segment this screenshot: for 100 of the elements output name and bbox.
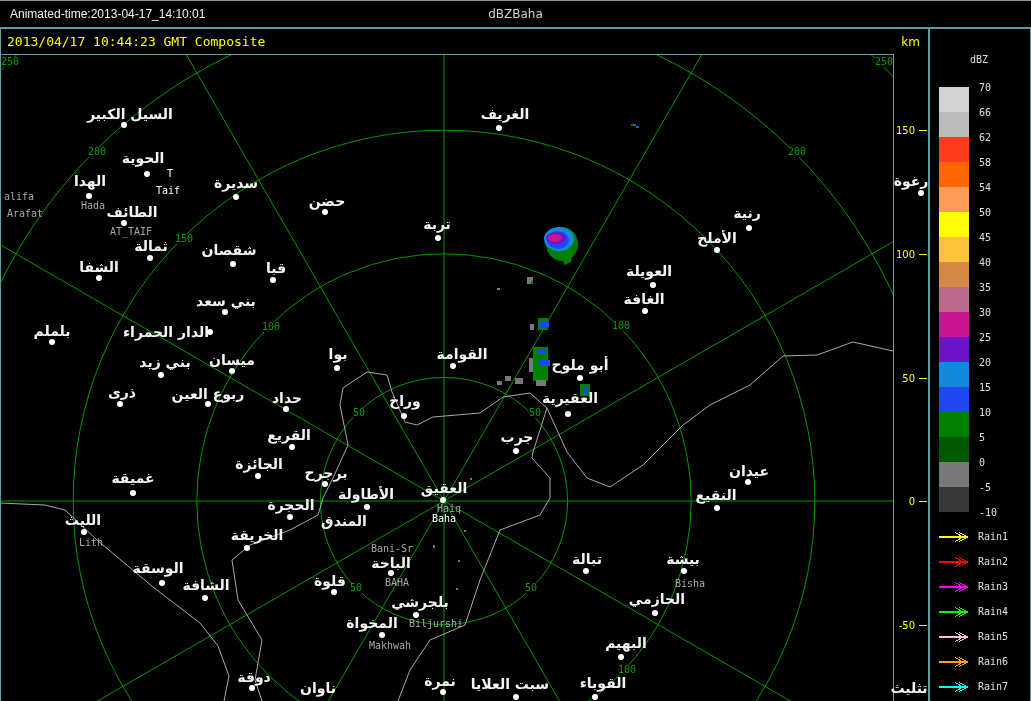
dot-icon — [283, 406, 289, 412]
dot-icon — [413, 612, 419, 618]
dot-icon — [117, 401, 123, 407]
place-label: الطائف — [106, 205, 158, 219]
dot-icon — [244, 545, 250, 551]
scale-label: 25 — [979, 330, 993, 345]
dot-icon — [435, 235, 441, 241]
site-label: Lith — [78, 538, 104, 548]
scale-label: 50 — [979, 205, 993, 220]
scale-label: 15 — [979, 380, 993, 395]
site-label: Hada — [80, 201, 106, 211]
dot-icon — [222, 309, 228, 315]
dot-icon — [202, 595, 208, 601]
dot-icon — [159, 580, 165, 586]
dot-icon — [230, 261, 236, 267]
dot-icon — [249, 685, 255, 691]
axis-tick-label: 0 — [908, 495, 915, 507]
scale-label: 45 — [979, 230, 993, 245]
dot-icon — [81, 529, 87, 535]
range-label: 100 — [617, 665, 637, 675]
site-label: T — [167, 169, 173, 179]
place-label: العقيق — [420, 481, 468, 495]
dot-icon — [650, 282, 656, 288]
range-label: 250 — [1, 57, 20, 67]
dot-icon — [642, 308, 648, 314]
range-label: 50 — [529, 408, 541, 418]
place-label: بيشة — [666, 552, 700, 566]
site-label: alifa — [3, 192, 35, 202]
axis-tick-label: 100 — [895, 248, 915, 260]
scale-label: 35 — [979, 280, 993, 295]
dot-icon — [681, 568, 687, 574]
dot-icon — [388, 570, 394, 576]
place-label: الباحة — [371, 556, 411, 570]
dot-icon — [577, 375, 583, 381]
site-label: Bisha — [674, 579, 706, 589]
place-label: حداد — [271, 391, 303, 405]
place-label: الشافة — [182, 578, 230, 592]
site-label: Arafat — [6, 209, 44, 219]
site-label: BAHA — [384, 578, 410, 588]
dot-icon — [440, 689, 446, 695]
dot-icon — [565, 411, 571, 417]
legend-unit: dBZ — [970, 54, 989, 66]
dot-icon — [270, 277, 276, 283]
place-label: جرب — [500, 430, 534, 444]
place-label: بني سعد — [196, 294, 256, 308]
place-label: العويلة — [625, 264, 673, 278]
place-label: ميسان — [209, 353, 255, 367]
site-label: Bani-Sr — [370, 544, 414, 554]
dot-icon — [86, 193, 92, 199]
dot-icon — [322, 209, 328, 215]
range-label: 50 — [353, 408, 365, 418]
dot-icon — [229, 368, 235, 374]
track-label: Rain3 — [978, 581, 1009, 593]
dot-icon — [322, 481, 328, 487]
axis-unit: km — [901, 34, 920, 49]
scale-label: -10 — [979, 505, 998, 520]
place-label: رنية — [733, 206, 761, 220]
radar-echo — [631, 124, 639, 128]
range-label: 100 — [611, 321, 631, 331]
radar-echo — [530, 318, 549, 330]
scale-label: 40 — [979, 255, 993, 270]
place-label: وراخ — [389, 394, 421, 408]
dot-icon — [714, 247, 720, 253]
dot-icon — [121, 220, 127, 226]
place-label: بلملم — [33, 324, 71, 338]
place-label: الغريف — [480, 107, 530, 121]
dot-icon — [496, 125, 502, 131]
place-label: ذرى — [107, 385, 137, 399]
range-label: 250 — [874, 57, 894, 67]
scale-label: 70 — [979, 80, 993, 95]
place-label: ثمالة — [134, 239, 168, 253]
axis-tick-label: 150 — [895, 124, 915, 136]
range-label: 100 — [261, 322, 281, 332]
radar-echo — [527, 277, 533, 284]
axis-tick-label: -50 — [898, 619, 915, 631]
place-label: دوقة — [237, 670, 271, 684]
place-label: بوا — [328, 347, 348, 361]
place-label: تربة — [423, 217, 451, 231]
place-label: الحجرة — [267, 498, 315, 512]
scale-label: 5 — [979, 430, 987, 445]
place-label: السيل الكبير — [87, 107, 173, 121]
dot-icon — [746, 225, 752, 231]
place-label: الخريقة — [230, 528, 284, 542]
place-label: بلجرشي — [391, 595, 449, 609]
place-label: رغوة — [893, 174, 928, 188]
place-label: غميقة — [111, 471, 155, 485]
place-label: القوباء — [579, 676, 627, 690]
dot-icon — [158, 372, 164, 378]
place-label: الدار الحمراء — [122, 325, 210, 339]
scan-timestamp: 2013/04/17 10:44:23 GMT Composite — [7, 34, 266, 49]
place-label: سديرة — [213, 176, 259, 190]
scale-label: 0 — [979, 455, 987, 470]
dot-icon — [513, 448, 519, 454]
place-label: النقيع — [695, 488, 737, 502]
place-label: بني زيد — [139, 355, 191, 369]
place-label: البهيم — [605, 636, 647, 650]
place-label: الأملح — [697, 231, 737, 245]
range-label: 150 — [174, 234, 194, 244]
site-label: Makhwah — [368, 641, 412, 651]
scale-label: 62 — [979, 130, 993, 145]
